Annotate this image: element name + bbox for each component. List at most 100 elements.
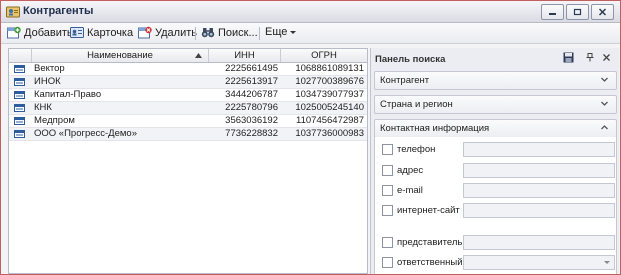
cell-inn: 2225613917 <box>225 76 278 87</box>
email-checkbox[interactable] <box>382 184 393 196</box>
representative-label: представитель <box>397 236 463 248</box>
search-button-label: Поиск... <box>218 26 258 39</box>
cell-ogrn: 1027700389676 <box>295 76 364 87</box>
cell-inn: 3563036192 <box>225 115 278 126</box>
contact-info-content: телефон адрес e-mail интернет-сайт предс… <box>374 137 617 274</box>
representative-checkbox[interactable] <box>382 236 393 248</box>
more-button-label: Еще <box>265 26 288 38</box>
table-row[interactable]: ИНОК 2225613917 1027700389676 <box>9 76 367 89</box>
cell-ogrn: 1107456472987 <box>296 115 364 126</box>
header-ogrn-label: ОГРН <box>311 50 337 61</box>
toolbar-separator <box>259 27 260 40</box>
search-panel: Панель поиска Контрагент Страна и регион <box>370 48 619 274</box>
toolbar: Добавить Карточка Удалить Поиск... Еще <box>1 23 620 44</box>
cell-name: ООО «Прогресс-Демо» <box>34 128 137 139</box>
cell-ogrn: 1034739077937 <box>295 89 364 100</box>
header-icon-column <box>9 49 32 62</box>
minimize-button[interactable] <box>541 4 564 20</box>
close-panel-icon[interactable] <box>603 54 610 61</box>
cell-ogrn: 1037736000983 <box>295 128 364 139</box>
more-button[interactable]: Еще <box>265 26 297 38</box>
pin-icon[interactable] <box>586 53 594 62</box>
cell-name: ИНОК <box>34 76 61 87</box>
section-contractor-label: Контрагент <box>380 75 430 86</box>
contractor-record-icon <box>14 65 25 73</box>
search-button[interactable]: Поиск... <box>201 26 258 39</box>
restore-icon <box>573 8 582 16</box>
responsible-checkbox[interactable] <box>382 256 393 268</box>
section-contractor[interactable]: Контрагент <box>374 71 617 90</box>
toolbar-separator <box>195 27 196 40</box>
chevron-up-icon <box>601 125 608 130</box>
website-input[interactable] <box>463 203 615 218</box>
responsible-select[interactable] <box>463 255 615 270</box>
phone-field[interactable]: телефон <box>382 142 435 156</box>
header-name-label: Наименование <box>87 50 153 61</box>
website-field[interactable]: интернет-сайт <box>382 203 460 217</box>
card-button[interactable]: Карточка <box>70 26 133 39</box>
contractors-app-icon <box>6 6 20 18</box>
table-row[interactable]: КНК 2225780796 1025005245140 <box>9 102 367 115</box>
cell-name: Вектор <box>34 63 65 74</box>
representative-input[interactable] <box>463 235 615 250</box>
minimize-icon <box>549 13 556 15</box>
address-checkbox[interactable] <box>382 164 393 176</box>
add-button-label: Добавить <box>24 26 73 39</box>
phone-input[interactable] <box>463 142 615 157</box>
table-row[interactable]: Медпром 3563036192 1107456472987 <box>9 115 367 128</box>
email-input[interactable] <box>463 183 615 198</box>
grid-header: Наименование ИНН ОГРН <box>9 49 367 63</box>
contractor-record-icon <box>14 91 25 99</box>
sort-ascending-icon <box>195 53 202 58</box>
card-button-label: Карточка <box>87 26 134 39</box>
save-icon[interactable] <box>563 52 574 63</box>
header-inn[interactable]: ИНН <box>209 49 281 62</box>
phone-checkbox[interactable] <box>382 143 393 155</box>
cell-inn: 7736228832 <box>225 128 278 139</box>
delete-record-icon <box>138 26 152 39</box>
section-contact-info[interactable]: Контактная информация <box>374 119 617 138</box>
phone-label: телефон <box>397 143 436 155</box>
header-ogrn[interactable]: ОГРН <box>281 49 367 62</box>
search-panel-title: Панель поиска <box>375 54 446 65</box>
chevron-down-icon <box>601 77 608 82</box>
window: Контрагенты Добавить Карточка Удалить По… <box>0 0 621 275</box>
card-icon <box>70 27 84 38</box>
contractor-record-icon <box>14 117 25 125</box>
header-name[interactable]: Наименование <box>32 49 209 62</box>
address-field[interactable]: адрес <box>382 163 423 177</box>
chevron-down-icon <box>604 261 610 264</box>
address-input[interactable] <box>463 163 615 178</box>
restore-button[interactable] <box>566 4 589 20</box>
close-icon <box>598 8 607 16</box>
website-label: интернет-сайт <box>397 204 460 216</box>
add-button[interactable]: Добавить <box>7 26 73 39</box>
table-row[interactable]: ООО «Прогресс-Демо» 7736228832 103773600… <box>9 128 367 141</box>
close-button[interactable] <box>591 4 614 20</box>
add-record-icon <box>7 26 21 39</box>
email-label: e-mail <box>397 184 423 196</box>
website-checkbox[interactable] <box>382 204 393 216</box>
representative-field[interactable]: представитель <box>382 235 462 249</box>
section-country-region[interactable]: Страна и регион <box>374 95 617 114</box>
table-row[interactable]: Капитал-Право 3444206787 1034739077937 <box>9 89 367 102</box>
delete-button-label: Удалить <box>155 26 197 39</box>
table-row[interactable]: Вектор 2225661495 1068861089131 <box>9 63 367 76</box>
cell-name: КНК <box>34 102 52 113</box>
cell-inn: 2225661495 <box>225 63 278 74</box>
section-country-region-label: Страна и регион <box>380 99 453 110</box>
binoculars-icon <box>201 28 215 38</box>
email-field[interactable]: e-mail <box>382 183 423 197</box>
window-title: Контрагенты <box>23 5 94 17</box>
contractors-grid: Наименование ИНН ОГРН Вектор 2225661495 … <box>8 48 368 274</box>
cell-ogrn: 1025005245140 <box>295 102 364 113</box>
cell-name: Капитал-Право <box>34 89 102 100</box>
responsible-field[interactable]: ответственный <box>382 255 463 269</box>
contractor-record-icon <box>14 130 25 138</box>
title-bar: Контрагенты <box>1 1 620 23</box>
address-label: адрес <box>397 164 424 176</box>
delete-button[interactable]: Удалить <box>138 26 197 39</box>
dropdown-arrow-icon <box>290 30 297 34</box>
search-panel-header: Панель поиска <box>371 48 619 66</box>
chevron-down-icon <box>601 101 608 106</box>
